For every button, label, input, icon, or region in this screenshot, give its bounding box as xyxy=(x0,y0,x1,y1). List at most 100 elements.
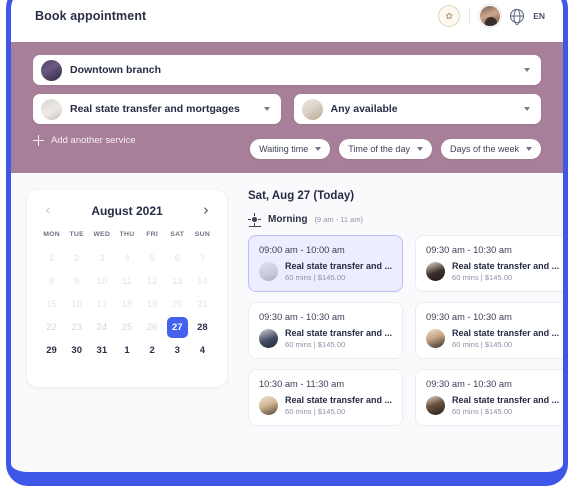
calendar-day[interactable]: 31 xyxy=(91,340,112,361)
calendar-day: 5 xyxy=(149,253,155,264)
calendar-day: 15 xyxy=(46,299,57,310)
calendar-weekday-row: MON TUE WED THU FRI SAT SUN xyxy=(39,231,215,247)
staff-avatar xyxy=(426,396,446,415)
sun-icon xyxy=(248,213,261,227)
service-photo-icon xyxy=(41,98,62,120)
globe-icon[interactable] xyxy=(510,9,525,23)
slot-card[interactable]: 10:30 am - 11:30 am Real state transfer a… xyxy=(248,369,404,426)
slot-service-name: Real state transfer and ... xyxy=(452,328,560,338)
calendar-day[interactable]: 29 xyxy=(41,340,62,361)
language-label[interactable]: EN xyxy=(533,11,545,21)
slot-card[interactable]: 09:30 am - 10:30 am Real state transfer a… xyxy=(415,302,563,359)
calendar-day-grid: 1 2 3 4 5 6 7 8 9 10 11 12 13 14 15 16 17 18 19 20 21 22 23 24 2… xyxy=(39,247,215,362)
branch-select[interactable]: Downtown branch xyxy=(33,55,541,85)
filter-waiting-time-label: Waiting time xyxy=(259,144,309,154)
filter-time-of-day-label: Time of the day xyxy=(348,144,410,154)
calendar-day: 11 xyxy=(122,276,132,287)
staff-select[interactable]: Any available xyxy=(293,94,541,124)
top-bar-actions: ✿ EN xyxy=(438,5,545,27)
slot-body: Real state transfer and ... 60 mins | $14… xyxy=(426,261,559,282)
calendar-day: 7 xyxy=(199,253,206,264)
slot-text: Real state transfer and ... 60 mins | $14… xyxy=(452,395,559,416)
staff-avatar xyxy=(426,262,446,281)
slots-panel: Sat, Aug 27 (Today) Morning (9 am - 11 a… xyxy=(227,190,563,480)
calendar-day: 14 xyxy=(197,276,208,287)
calendar-day: 8 xyxy=(48,276,55,287)
slot-duration-price: 60 mins | $145.00 xyxy=(285,273,346,282)
slot-text: Real state transfer and ... 60 mins | $14… xyxy=(452,261,559,282)
calendar-day: 26 xyxy=(146,322,158,333)
calendar-day: 1 xyxy=(48,253,55,264)
slot-service-name: Real state transfer and ... xyxy=(285,395,393,405)
branch-photo-icon xyxy=(41,59,62,81)
slots-date-heading: Sat, Aug 27 (Today) xyxy=(248,190,355,202)
calendar-day-selected[interactable]: 27 xyxy=(166,317,188,338)
calendar-day[interactable]: 28 xyxy=(192,317,213,338)
slot-body: Real state transfer and ... 60 mins | $14… xyxy=(259,328,392,349)
calendar-weekday: FRI xyxy=(146,231,159,238)
slot-time: 10:30 am - 11:30 am xyxy=(259,379,345,389)
chevron-down-icon xyxy=(524,68,530,72)
branch-select-label: Downtown branch xyxy=(70,64,161,76)
slot-time: 09:00 am - 10:00 am xyxy=(259,245,345,255)
slot-card-selected[interactable]: 09:00 am - 10:00 am Real state transfer a… xyxy=(248,235,404,292)
divider xyxy=(469,8,471,24)
slot-body: Real state transfer and ... 60 mins | $14… xyxy=(259,261,392,282)
slot-text: Real state transfer and ... 60 mins | $14… xyxy=(452,328,559,349)
calendar-day[interactable]: 1 xyxy=(116,340,137,361)
slot-duration-price: 60 mins | $145.00 xyxy=(452,273,513,282)
user-avatar[interactable] xyxy=(479,5,502,27)
booking-filters-panel: Downtown branch Real state transfer and … xyxy=(11,42,563,173)
page-title: Book appointment xyxy=(35,9,147,23)
chevron-left-icon[interactable]: ‹ xyxy=(45,203,51,218)
staff-avatar xyxy=(259,396,278,415)
slot-card[interactable]: 09:30 am - 10:30 am Real state transfer a… xyxy=(415,235,563,292)
filter-days-of-week[interactable]: Days of the week xyxy=(440,139,541,159)
branch-select-row: Downtown branch xyxy=(33,55,541,85)
slot-card[interactable]: 09:30 am - 10:30 am Real state transfer a… xyxy=(415,369,563,426)
slot-service-name: Real state transfer and ... xyxy=(452,261,560,271)
chevron-right-icon[interactable]: › xyxy=(203,203,209,218)
calendar-day[interactable]: 30 xyxy=(66,340,87,361)
filter-waiting-time[interactable]: Waiting time xyxy=(250,139,331,159)
service-select[interactable]: Real state transfer and mortgages xyxy=(33,94,281,124)
calendar-day[interactable]: 2 xyxy=(142,340,163,361)
calendar-weekday: THU xyxy=(119,231,135,238)
calendar-day: 3 xyxy=(99,253,105,264)
calendar-day: 16 xyxy=(71,299,82,310)
calendar-day[interactable]: 4 xyxy=(192,340,213,361)
staff-photo-icon xyxy=(301,98,323,120)
chevron-down-icon xyxy=(315,147,322,151)
calendar-header: ‹ August 2021 › xyxy=(39,203,215,218)
period-row-morning: Morning (9 am - 11 am) xyxy=(248,213,547,227)
add-another-service-label: Add another service xyxy=(51,135,136,146)
main-content: ‹ August 2021 › MON TUE WED THU FRI SAT SUN 12… xyxy=(11,173,563,480)
slot-card[interactable]: 09:30 am - 10:30 am Real state transfer a… xyxy=(248,302,404,359)
chevron-down-icon xyxy=(416,147,423,151)
slot-duration-price: 60 mins | $145.00 xyxy=(285,407,346,416)
calendar-weekday: WED xyxy=(93,231,111,238)
calendar-day: 6 xyxy=(174,253,180,264)
service-select-label: Real state transfer and mortgages xyxy=(70,103,240,115)
slot-service-name: Real state transfer and ... xyxy=(285,328,393,338)
slot-time: 09:30 am - 10:30 am xyxy=(426,312,512,322)
calendar-day: 10 xyxy=(96,276,108,287)
brand-logo-icon: ✿ xyxy=(438,5,461,27)
staff-avatar xyxy=(259,329,278,348)
calendar-weekday: SUN xyxy=(194,231,211,238)
calendar-day: 9 xyxy=(74,276,80,287)
filter-time-of-day[interactable]: Time of the day xyxy=(339,139,432,159)
calendar-day: 20 xyxy=(171,299,183,310)
slot-time: 09:30 am - 10:30 am xyxy=(259,312,345,322)
screenshot-frame: Book appointment ✿ EN Downtown branch Re… xyxy=(0,0,574,500)
slot-text: Real state transfer and ... 60 mins | $14… xyxy=(285,395,392,416)
calendar-widget: ‹ August 2021 › MON TUE WED THU FRI SAT SUN 12… xyxy=(27,190,227,387)
calendar-day: 4 xyxy=(124,253,130,264)
calendar-day: 2 xyxy=(74,253,80,264)
slot-text: Real state transfer and ... 60 mins | $14… xyxy=(285,328,392,349)
calendar-day[interactable]: 3 xyxy=(167,340,188,361)
slot-duration-price: 60 mins | $145.00 xyxy=(452,340,513,349)
slot-grid: 09:00 am - 10:00 am Real state transfer a… xyxy=(248,235,563,426)
slot-time: 09:30 am - 10:30 am xyxy=(426,245,512,255)
slot-service-name: Real state transfer and ... xyxy=(452,395,560,405)
